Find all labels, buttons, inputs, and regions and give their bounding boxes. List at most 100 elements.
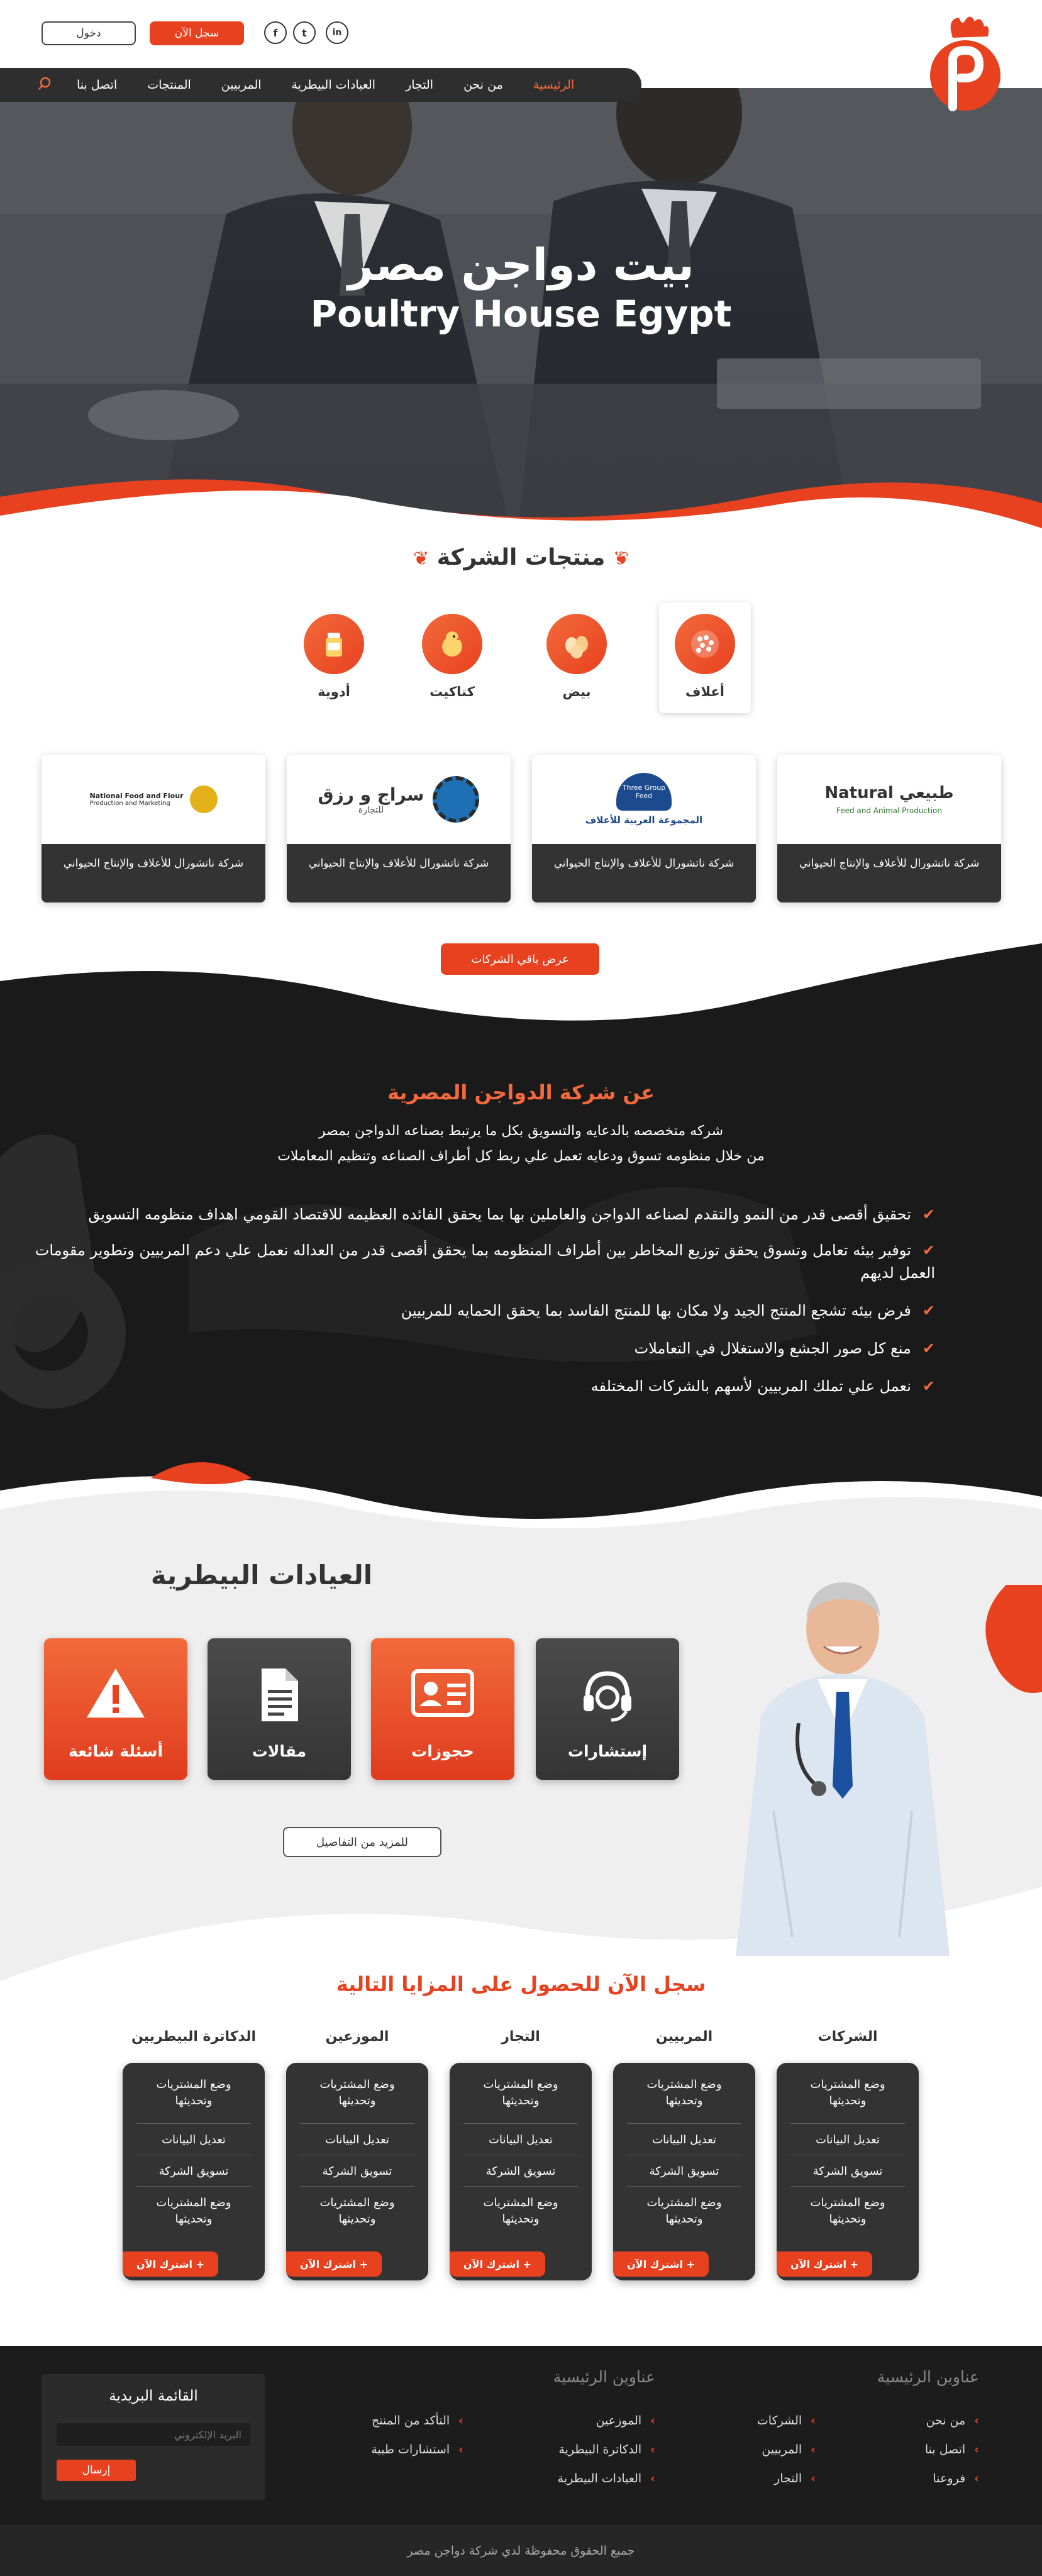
- nav-breeders[interactable]: المربيين: [221, 78, 262, 92]
- show-more-companies-button[interactable]: عرض باقي الشركات: [441, 943, 599, 975]
- footer-link[interactable]: اتصل بنا ‹: [925, 2443, 979, 2457]
- sun-icon: [189, 786, 218, 813]
- company-caption: شركة ناتشورال للأعلاف والإنتاج الحيواني: [287, 844, 511, 902]
- plan-card-companies: وضع المشتريات وتحديثها تعديل البيانات تس…: [777, 2063, 919, 2280]
- footer-link[interactable]: التأكد من المنتج ‹: [372, 2414, 463, 2428]
- nav-contact[interactable]: اتصل بنا: [77, 78, 117, 92]
- category-label: أدوية: [318, 684, 350, 699]
- products-section-title: ❦ منتجات الشركة ❦: [413, 545, 629, 570]
- leaf-decoration-icon: ❦: [413, 548, 430, 570]
- about-point: ✔توفير بيئه تعامل وتسوق يحقق توزيع المخا…: [35, 1241, 935, 1282]
- footer-link[interactable]: العيادات البيطرية ‹: [558, 2472, 655, 2485]
- search-icon[interactable]: [38, 77, 52, 94]
- company-caption: شركة ناتشورال للأعلاف والإنتاج الحيواني: [532, 844, 756, 902]
- company-card[interactable]: National Food and Flour Production and Ma…: [42, 755, 265, 902]
- category-label: كتاكيت: [430, 684, 475, 699]
- plan-heading: الدكاترة البيطريين: [131, 2029, 257, 2045]
- login-button[interactable]: دخول: [42, 21, 136, 45]
- plan-heading: التجار: [501, 2029, 540, 2045]
- footer-link[interactable]: المربيين ‹: [762, 2443, 816, 2457]
- about-point: ✔نعمل علي تملك المربيين لأسهم بالشركات ا…: [590, 1377, 935, 1395]
- footer-link[interactable]: الشركات ‹: [757, 2414, 816, 2428]
- subscribe-button[interactable]: اشترك الآن +: [777, 2251, 872, 2277]
- footer-link[interactable]: الموزعين ‹: [596, 2414, 655, 2428]
- company-logo: Three Group Feed المجموعة العربية للأعلا…: [532, 755, 756, 844]
- check-icon: ✔: [922, 1377, 935, 1395]
- category-feed[interactable]: أعلاف: [664, 614, 746, 699]
- site-logo[interactable]: [928, 13, 1003, 113]
- company-card[interactable]: Three Group Feed المجموعة العربية للأعلا…: [532, 755, 756, 902]
- about-title: عن شركة الدواجن المصرية: [387, 1080, 655, 1104]
- newsletter-title: القائمة البريدية: [109, 2388, 198, 2404]
- check-icon: ✔: [922, 1206, 935, 1223]
- main-navigation: اتصل بنا المنتجات المربيين العيادات البي…: [0, 68, 641, 102]
- more-details-button[interactable]: للمزيد من التفاصيل: [283, 1827, 441, 1857]
- feed-icon: [675, 614, 735, 674]
- about-subtitle: من خلال منظومه تسوق ودعايه تعمل علي ربط …: [277, 1148, 765, 1164]
- register-button[interactable]: سجل الآن: [150, 21, 244, 45]
- about-point: ✔منع كل صور الجشع والاستغلال في التعاملا…: [634, 1340, 935, 1357]
- clinic-card-articles[interactable]: مقالات: [208, 1638, 351, 1780]
- newsletter-email-input[interactable]: [57, 2423, 250, 2446]
- nav-traders[interactable]: التجار: [406, 78, 433, 92]
- footer-link[interactable]: استشارات طبية ‹: [371, 2443, 463, 2457]
- plan-heading: الموزعين: [325, 2029, 389, 2045]
- doctor-image: [723, 1560, 962, 1956]
- nav-products[interactable]: المنتجات: [147, 78, 191, 92]
- company-logo: سراج و رزق للتجارة: [287, 755, 511, 844]
- linkedin-icon[interactable]: in: [326, 21, 348, 44]
- category-eggs[interactable]: بيض: [536, 614, 618, 699]
- footer-link[interactable]: التجار ‹: [774, 2472, 816, 2485]
- plan-card-traders: وضع المشتريات وتحديثها تعديل البيانات تس…: [450, 2063, 592, 2280]
- company-card[interactable]: Natural طبيعي Feed and Animal Production…: [777, 755, 1001, 902]
- subscribe-button[interactable]: اشترك الآن +: [286, 2251, 382, 2277]
- plan-card-breeders: وضع المشتريات وتحديثها تعديل البيانات تس…: [613, 2063, 755, 2280]
- nav-home[interactable]: الرئيسية: [533, 78, 574, 92]
- nav-about[interactable]: من نحن: [463, 78, 503, 92]
- leaf-decoration-icon: ❦: [612, 548, 629, 570]
- company-caption: شركة ناتشورال للأعلاف والإنتاج الحيواني: [777, 844, 1001, 902]
- plans-title: سجل الآن للحصول على المزايا التالية: [336, 1972, 706, 1996]
- copyright-bar: جميع الحقوق محفوظة لدي شركة دواجن مصر: [0, 2525, 1042, 2576]
- medicine-bottle-icon: [304, 614, 364, 674]
- clinic-card-bookings[interactable]: حجوزات: [371, 1638, 514, 1780]
- headset-icon: [536, 1665, 679, 1722]
- plan-card-distributors: وضع المشتريات وتحديثها تعديل البيانات تس…: [286, 2063, 428, 2280]
- about-subtitle: شركه متخصصه بالدعايه والتسويق بكل ما يرت…: [318, 1123, 724, 1139]
- footer-link[interactable]: من نحن ‹: [926, 2414, 979, 2428]
- hero-title-arabic: بيت دواجن مصر: [348, 239, 694, 291]
- subscribe-button[interactable]: اشترك الآن +: [613, 2251, 709, 2277]
- check-icon: ✔: [922, 1302, 935, 1319]
- footer-link[interactable]: الدكاترة البيطرية ‹: [558, 2443, 655, 2457]
- company-card[interactable]: سراج و رزق للتجارة شركة ناتشورال للأعلاف …: [287, 755, 511, 902]
- plan-heading: المربيين: [655, 2029, 713, 2045]
- newsletter-submit-button[interactable]: إرسال: [57, 2460, 136, 2481]
- footer-column-title: عناوين الرئيسية: [553, 2368, 655, 2386]
- check-icon: ✔: [922, 1340, 935, 1357]
- clinic-card-consultations[interactable]: إستشارات: [536, 1638, 679, 1780]
- document-icon: [208, 1665, 351, 1721]
- footer-column-title: عناوين الرئيسية: [877, 2368, 979, 2386]
- about-point: ✔تحقيق أقصى قدر من النمو والتقدم لصناعه …: [88, 1206, 935, 1223]
- nav-vet-clinics[interactable]: العيادات البيطرية: [292, 78, 376, 92]
- clinic-card-faq[interactable]: أسئلة شائعة: [44, 1638, 187, 1780]
- clinics-title: العيادات البيطرية: [150, 1560, 373, 1591]
- gear-icon: [433, 776, 480, 823]
- category-chicks[interactable]: كتاكيت: [411, 614, 493, 699]
- subscribe-button[interactable]: اشترك الآن +: [450, 2251, 545, 2277]
- newsletter-box: القائمة البريدية إرسال: [42, 2374, 265, 2500]
- category-label: بيض: [562, 684, 591, 699]
- plan-heading: الشركات: [818, 2029, 878, 2045]
- id-card-icon: [371, 1665, 514, 1721]
- twitter-icon[interactable]: t: [293, 21, 316, 44]
- chick-icon: [422, 614, 482, 674]
- subscribe-button[interactable]: اشترك الآن +: [123, 2251, 218, 2277]
- company-logo: Natural طبيعي Feed and Animal Production: [824, 784, 954, 815]
- check-icon: ✔: [922, 1241, 935, 1259]
- facebook-icon[interactable]: f: [264, 21, 287, 44]
- footer-link[interactable]: فروعنا ‹: [933, 2472, 979, 2485]
- category-medicine[interactable]: أدوية: [293, 614, 375, 699]
- eggs-icon: [546, 614, 607, 674]
- company-caption: شركة ناتشورال للأعلاف والإنتاج الحيواني: [42, 844, 265, 902]
- company-logo: National Food and Flour Production and Ma…: [42, 755, 265, 844]
